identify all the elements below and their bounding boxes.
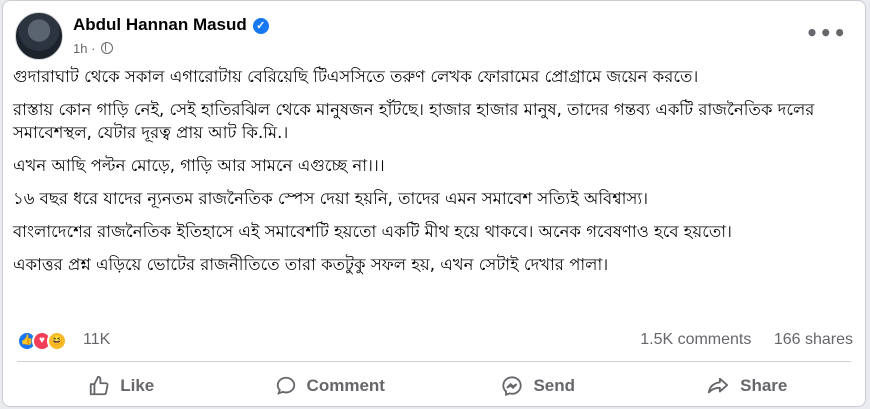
post-paragraph: ১৬ বছর ধরে যাদের ন্যূনতম রাজনৈতিক স্পেস … — [13, 189, 649, 208]
author-name[interactable]: Abdul Hannan Masud ✓ — [73, 15, 269, 35]
thumbs-up-icon — [90, 375, 109, 396]
post-paragraph: বাংলাদেশের রাজনৈতিক ইতিহাসে এই সমাবেশটি … — [13, 222, 732, 241]
post-header: Abdul Hannan Masud ✓ 1h · ••• — [15, 7, 853, 61]
post-card: Abdul Hannan Masud ✓ 1h · ••• গুদারাঘাট থ… — [2, 0, 866, 407]
author-name-text[interactable]: Abdul Hannan Masud — [73, 15, 247, 34]
comment-label: Comment — [306, 376, 385, 395]
post-paragraph: এখন আছি পল্টন মোড়ে, গাড়ি আর সামনে এগুচ… — [13, 156, 385, 175]
post-body: গুদারাঘাট থেকে সকাল এগারোটায় বেরিয়েছি … — [13, 65, 855, 286]
like-button[interactable]: Like — [17, 366, 226, 406]
haha-icon: 😆 — [47, 331, 67, 351]
meta-separator: · — [91, 41, 96, 56]
divider — [17, 361, 851, 362]
send-label: Send — [533, 376, 576, 395]
avatar[interactable] — [15, 12, 63, 60]
verified-badge-icon: ✓ — [252, 18, 269, 34]
send-button[interactable]: Send — [434, 366, 643, 406]
shares-count[interactable]: 166 shares — [774, 331, 853, 348]
post-paragraph: একাত্তর প্রশ্ন এড়িয়ে ভোটের রাজনীতিতে ত… — [13, 255, 609, 274]
post-meta: 1h · — [73, 41, 114, 56]
post-paragraph: গুদারাঘাট থেকে সকাল এগারোটায় বেরিয়েছি … — [13, 67, 699, 86]
share-icon — [708, 377, 729, 394]
comment-button[interactable]: Comment — [226, 366, 435, 406]
post-time[interactable]: 1h — [73, 41, 87, 56]
comments-count[interactable]: 1.5K comments — [640, 331, 751, 348]
more-options-icon[interactable]: ••• — [806, 21, 847, 45]
reactions-count[interactable]: 11K — [83, 331, 110, 349]
comment-icon — [276, 376, 295, 395]
share-label: Share — [740, 376, 788, 395]
post-paragraph: রাস্তায় কোন গাড়ি নেই, সেই হাতিরঝিল থেক… — [13, 100, 815, 142]
post-actions: Like Comment Send Share — [17, 366, 851, 406]
messenger-icon — [502, 376, 523, 397]
like-label: Like — [120, 376, 155, 395]
globe-icon — [101, 42, 114, 54]
engagement-counts: 1.5K comments 166 shares — [622, 331, 853, 349]
share-button[interactable]: Share — [643, 366, 852, 406]
post-stats: 👍 ♥ 😆 11K 1.5K comments 166 shares — [17, 329, 853, 355]
